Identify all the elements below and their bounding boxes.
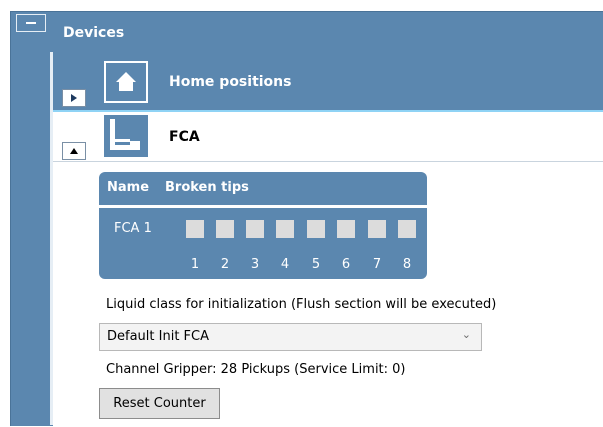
tip-number-2: 2: [220, 257, 230, 272]
channel-label: FCA 1: [114, 221, 152, 236]
tip-checkbox-3[interactable]: [246, 220, 264, 238]
collapse-devices-button[interactable]: [16, 14, 46, 32]
expand-home-positions-button[interactable]: [62, 89, 86, 107]
liquid-class-select[interactable]: Default Init FCA ⌄: [99, 323, 482, 351]
collapse-fca-button[interactable]: [62, 142, 86, 160]
tip-number-7: 7: [372, 257, 382, 272]
fca-title: FCA: [169, 129, 200, 145]
broken-tips-header: Name Broken tips: [99, 172, 427, 205]
divider: [53, 161, 603, 162]
tip-checkbox-7[interactable]: [368, 220, 386, 238]
tip-number-4: 4: [280, 257, 290, 272]
liquid-class-label: Liquid class for initialization (Flush s…: [106, 297, 497, 312]
tip-checkbox-1[interactable]: [186, 220, 204, 238]
gripper-status-text: Channel Gripper: 28 Pickups (Service Lim…: [106, 362, 406, 377]
tip-number-5: 5: [311, 257, 321, 272]
broken-tips-column-header: Broken tips: [165, 180, 249, 195]
tip-number-1: 1: [190, 257, 200, 272]
tip-checkbox-2[interactable]: [216, 220, 234, 238]
tip-checkbox-5[interactable]: [307, 220, 325, 238]
tip-checkbox-6[interactable]: [337, 220, 355, 238]
tip-number-3: 3: [250, 257, 260, 272]
home-positions-title: Home positions: [169, 74, 292, 90]
tip-number-8: 8: [402, 257, 412, 272]
tip-checkbox-8[interactable]: [398, 220, 416, 238]
chevron-down-icon: ⌄: [461, 328, 471, 341]
name-column-header: Name: [107, 180, 150, 195]
home-icon: [104, 61, 148, 103]
tip-checkbox-4[interactable]: [276, 220, 294, 238]
tip-number-6: 6: [341, 257, 351, 272]
devices-title: Devices: [63, 25, 125, 41]
liquid-class-value: Default Init FCA: [107, 329, 209, 344]
reset-counter-button[interactable]: Reset Counter: [99, 388, 220, 419]
channel-arm-icon: [104, 115, 148, 157]
